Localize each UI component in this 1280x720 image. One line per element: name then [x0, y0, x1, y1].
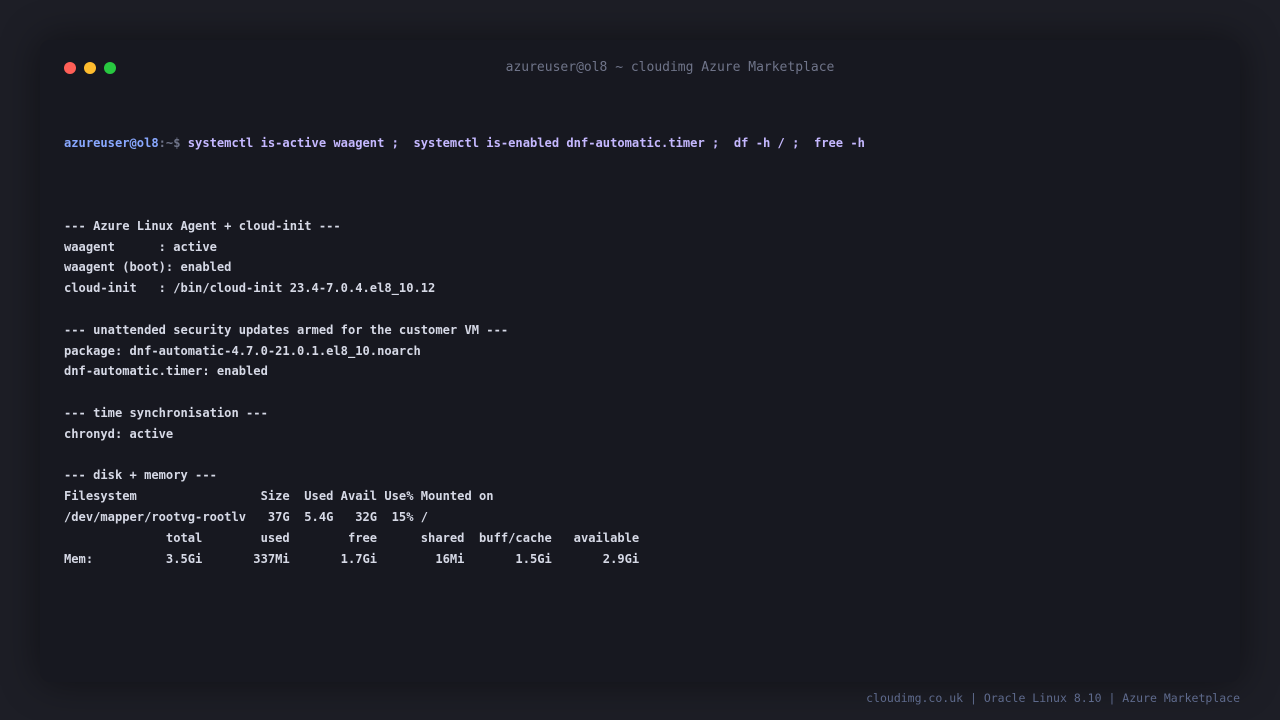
- output-line: --- unattended security updates armed fo…: [64, 322, 509, 337]
- terminal-content[interactable]: azureuser@ol8:~$ systemctl is-active waa…: [64, 91, 1214, 611]
- output-line: Mem: 3.5Gi 337Mi 1.7Gi 16Mi 1.5Gi 2.9Gi: [64, 551, 640, 566]
- output-line: /dev/mapper/rootvg-rootlv 37G 5.4G 32G 1…: [64, 509, 429, 524]
- footer-caption: cloudimg.co.uk | Oracle Linux 8.10 | Azu…: [866, 691, 1240, 705]
- output-line: Filesystem Size Used Avail Use% Mounted …: [64, 489, 494, 504]
- prompt-line: azureuser@ol8:~$ systemctl is-active waa…: [64, 133, 1214, 154]
- output-line: waagent (boot): enabled: [64, 260, 232, 275]
- title-bar: azureuser@ol8 ~ cloudimg Azure Marketpla…: [40, 40, 1240, 96]
- terminal-output: --- Azure Linux Agent + cloud-init --- wa…: [64, 195, 1214, 569]
- terminal-window: azureuser@ol8 ~ cloudimg Azure Marketpla…: [40, 40, 1240, 682]
- output-line: --- Azure Linux Agent + cloud-init ---: [64, 218, 341, 233]
- output-line: cloud-init : /bin/cloud-init 23.4-7.0.4.…: [64, 281, 436, 296]
- output-line: dnf-automatic.timer: enabled: [64, 364, 268, 379]
- output-line: package: dnf-automatic-4.7.0-21.0.1.el8_…: [64, 343, 421, 358]
- output-line: --- time synchronisation ---: [64, 405, 268, 420]
- prompt-user: azureuser@ol8: [64, 135, 159, 150]
- output-line: total used free shared buff/cache availa…: [64, 530, 640, 545]
- output-line: waagent : active: [64, 239, 217, 254]
- window-title: azureuser@ol8 ~ cloudimg Azure Marketpla…: [505, 60, 835, 75]
- command-text: systemctl is-active waagent ; systemctl …: [187, 135, 865, 150]
- output-line: --- disk + memory ---: [64, 468, 217, 483]
- output-line: chronyd: active: [64, 426, 174, 441]
- prompt-path: :~$: [158, 135, 188, 150]
